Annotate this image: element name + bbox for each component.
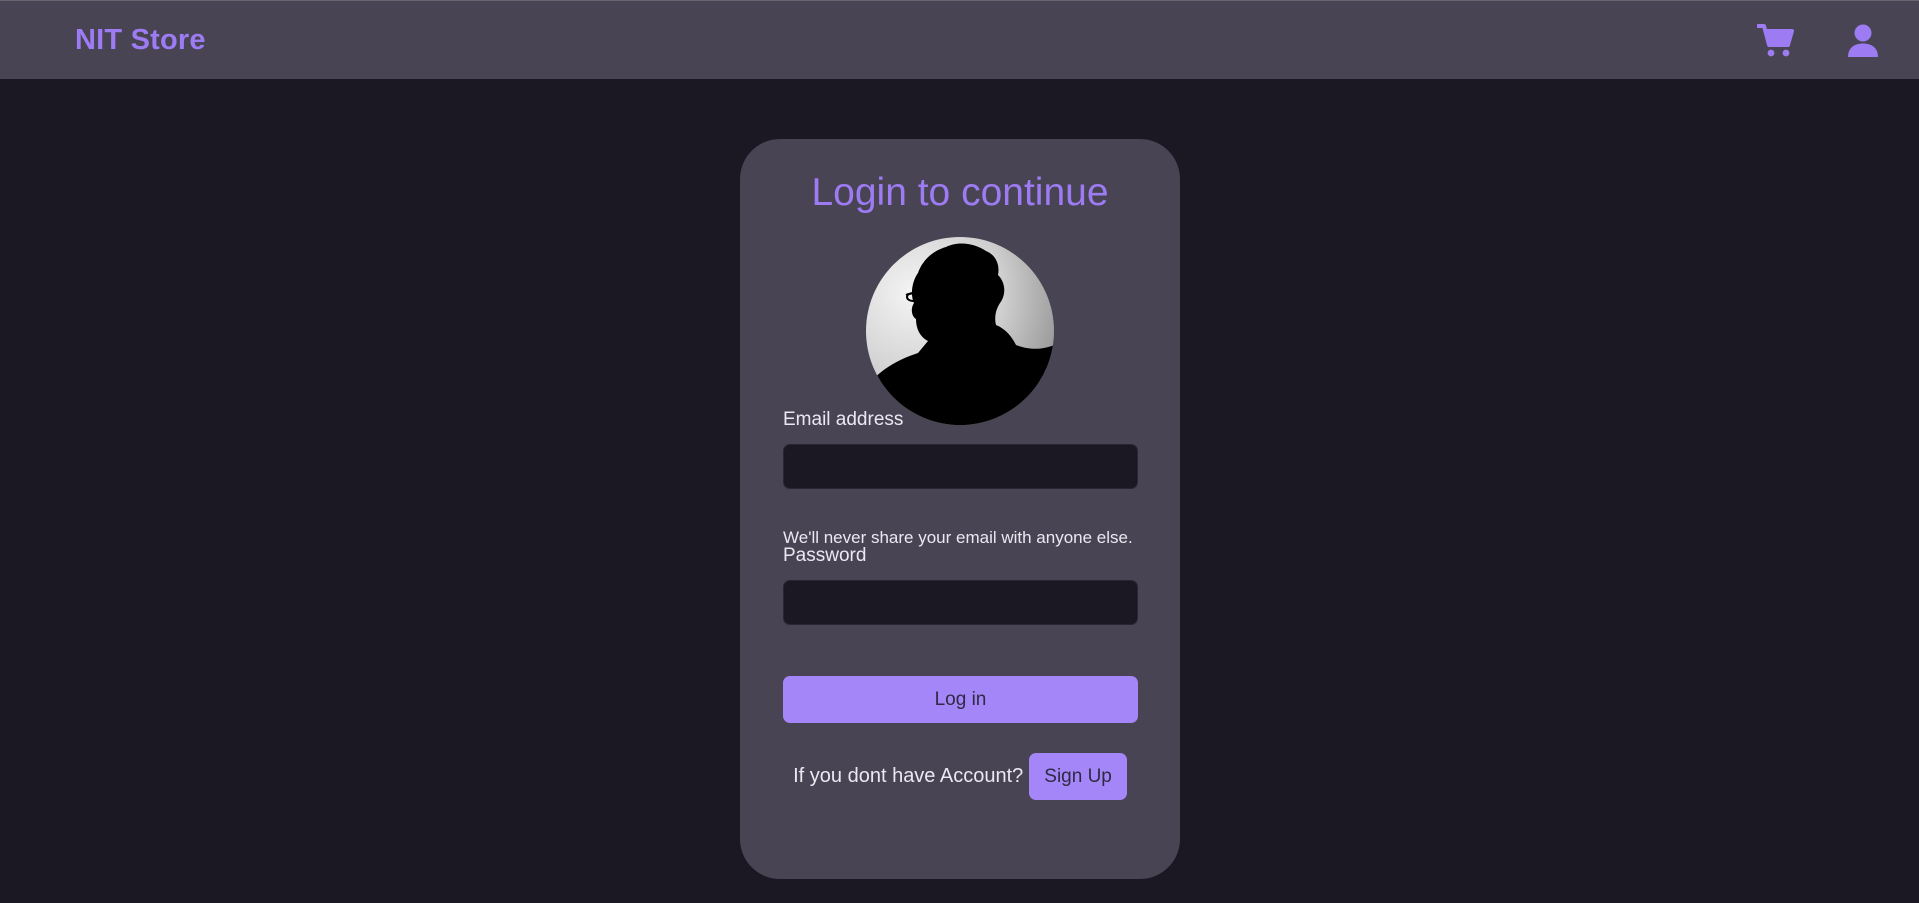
user-icon — [1848, 24, 1878, 57]
page-title: Login to continue — [811, 171, 1109, 214]
email-field[interactable] — [783, 444, 1138, 489]
user-button[interactable] — [1843, 21, 1883, 61]
brand-link[interactable]: NIT Store — [75, 24, 206, 57]
profile-silhouette-icon — [866, 237, 1054, 425]
cart-icon — [1757, 24, 1794, 57]
password-field[interactable] — [783, 580, 1138, 625]
signup-row: If you dont have Account? Sign Up — [740, 753, 1180, 800]
signup-prompt: If you dont have Account? — [793, 765, 1024, 787]
avatar — [866, 237, 1054, 425]
navbar: NIT Store — [0, 0, 1919, 79]
login-button[interactable]: Log in — [783, 676, 1138, 723]
signup-button[interactable]: Sign Up — [1029, 753, 1127, 800]
login-card: Login to continue Email address We'll ne… — [740, 139, 1180, 879]
cart-button[interactable] — [1756, 21, 1796, 61]
email-label: Email address — [783, 409, 904, 430]
password-label: Password — [783, 545, 867, 566]
